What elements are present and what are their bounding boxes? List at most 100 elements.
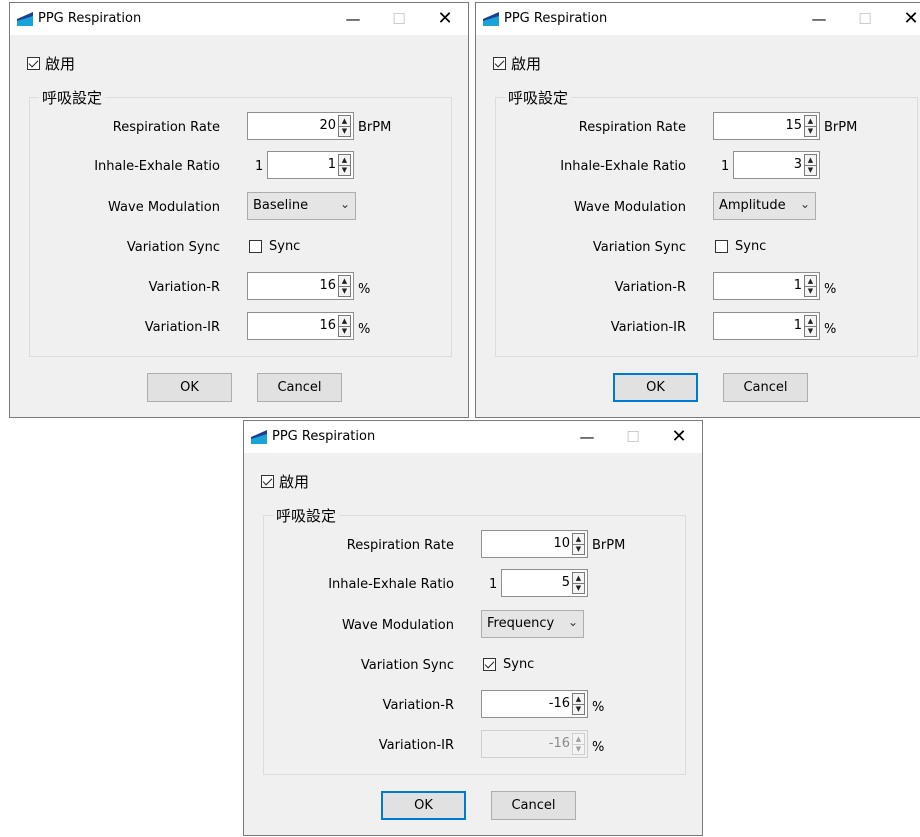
spin-buttons[interactable]: ▲ ▼ [572,733,585,755]
variation-ir-label: Variation-IR [144,320,220,335]
close-icon[interactable]: ✕ [888,3,920,35]
ratio-value: 1 [327,157,336,172]
group-title: 呼吸設定 [505,87,572,108]
spin-down-icon[interactable]: ▼ [805,126,816,136]
ok-button[interactable]: OK [147,373,232,402]
wave-modulation-value: Amplitude [719,198,786,213]
window-title: PPG Respiration [504,11,608,26]
chevron-down-icon: ⌄ [567,615,578,629]
spin-buttons[interactable]: ▲ ▼ [338,275,351,297]
maximize-icon[interactable]: ☐ [842,3,888,35]
cancel-button[interactable]: Cancel [723,373,808,402]
rate-unit: BrPM [358,120,392,135]
spin-buttons[interactable]: ▲ ▼ [804,154,817,176]
spin-down-icon[interactable]: ▼ [339,286,350,296]
cancel-button[interactable]: Cancel [491,791,576,820]
respiration-rate-label: Respiration Rate [346,538,454,553]
variation-r-unit: % [592,700,605,715]
spin-buttons[interactable]: ▲ ▼ [804,275,817,297]
sync-row[interactable]: Sync [715,239,766,254]
spin-buttons[interactable]: ▲ ▼ [338,315,351,337]
spin-down-icon[interactable]: ▼ [339,326,350,336]
wave-modulation-value: Frequency [487,616,555,631]
enable-checkbox[interactable] [261,475,274,488]
respiration-rate-stepper[interactable]: 10 ▲ ▼ [481,530,588,558]
spin-down-icon[interactable]: ▼ [805,286,816,296]
enable-row[interactable]: 啟用 [261,471,309,492]
spin-down-icon[interactable]: ▼ [339,126,350,136]
sync-checkbox[interactable] [715,240,728,253]
variation-ir-label: Variation-IR [378,738,454,753]
sync-checkbox[interactable] [249,240,262,253]
wave-modulation-dropdown[interactable]: Baseline ⌄ [247,192,356,220]
title-bar[interactable]: PPG Respiration — ☐ ✕ [10,3,468,35]
maximize-icon[interactable]: ☐ [376,3,422,35]
spin-down-icon[interactable]: ▼ [573,744,584,754]
variation-r-stepper[interactable]: 16 ▲ ▼ [247,272,354,300]
title-bar[interactable]: PPG Respiration — ☐ ✕ [476,3,920,35]
spin-down-icon[interactable]: ▼ [573,704,584,714]
minimize-icon[interactable]: — [796,3,842,35]
respiration-rate-label: Respiration Rate [112,120,220,135]
sync-row[interactable]: Sync [483,657,534,672]
respiration-rate-label: Respiration Rate [578,120,686,135]
ratio-stepper[interactable]: 3 ▲ ▼ [733,151,820,179]
spin-buttons[interactable]: ▲ ▼ [804,115,817,137]
variation-sync-label: Variation Sync [126,240,220,255]
enable-row[interactable]: 啟用 [493,53,541,74]
variation-ir-stepper[interactable]: 1 ▲ ▼ [713,312,820,340]
respiration-rate-stepper[interactable]: 15 ▲ ▼ [713,112,820,140]
spin-buttons[interactable]: ▲ ▼ [572,693,585,715]
cancel-button[interactable]: Cancel [257,373,342,402]
variation-ir-unit: % [824,322,837,337]
respiration-rate-value: 10 [553,536,570,551]
spin-down-icon[interactable]: ▼ [805,165,816,175]
respiration-rate-stepper[interactable]: 20 ▲ ▼ [247,112,354,140]
spin-down-icon[interactable]: ▼ [805,326,816,336]
maximize-icon[interactable]: ☐ [610,421,656,453]
ratio-stepper[interactable]: 5 ▲ ▼ [501,569,588,597]
sync-checkbox[interactable] [483,658,496,671]
title-bar[interactable]: PPG Respiration — ☐ ✕ [244,421,702,453]
wave-modulation-label: Wave Modulation [108,200,220,215]
spin-buttons[interactable]: ▲ ▼ [338,115,351,137]
variation-r-stepper[interactable]: 1 ▲ ▼ [713,272,820,300]
variation-ir-unit: % [592,740,605,755]
wave-modulation-value: Baseline [253,198,309,213]
enable-checkbox[interactable] [493,57,506,70]
wave-modulation-dropdown[interactable]: Amplitude ⌄ [713,192,816,220]
variation-r-unit: % [358,282,371,297]
enable-row[interactable]: 啟用 [27,53,75,74]
rate-unit: BrPM [592,538,626,553]
close-icon[interactable]: ✕ [656,421,702,453]
variation-r-value: 1 [793,278,802,293]
spin-down-icon[interactable]: ▼ [339,165,350,175]
variation-ir-label: Variation-IR [610,320,686,335]
ratio-stepper[interactable]: 1 ▲ ▼ [267,151,354,179]
sync-label: Sync [735,239,767,254]
variation-ir-stepper: -16 ▲ ▼ [481,730,588,758]
ppg-respiration-dialog-1: PPG Respiration — ☐ ✕ 啟用 呼吸設定 Respiratio… [9,2,469,418]
variation-r-value: -16 [548,696,570,711]
sync-label: Sync [503,657,535,672]
spin-buttons[interactable]: ▲ ▼ [804,315,817,337]
spin-buttons[interactable]: ▲ ▼ [572,572,585,594]
spin-down-icon[interactable]: ▼ [573,544,584,554]
minimize-icon[interactable]: — [330,3,376,35]
spin-down-icon[interactable]: ▼ [573,583,584,593]
spin-buttons[interactable]: ▲ ▼ [572,533,585,555]
close-icon[interactable]: ✕ [422,3,468,35]
enable-label: 啟用 [511,55,542,73]
enable-checkbox[interactable] [27,57,40,70]
ok-button[interactable]: OK [613,373,698,402]
wave-modulation-dropdown[interactable]: Frequency ⌄ [481,610,584,638]
group-title: 呼吸設定 [273,505,340,526]
ok-button[interactable]: OK [381,791,466,820]
variation-r-stepper[interactable]: -16 ▲ ▼ [481,690,588,718]
minimize-icon[interactable]: — [564,421,610,453]
spin-buttons[interactable]: ▲ ▼ [338,154,351,176]
window-title: PPG Respiration [38,11,142,26]
variation-r-label: Variation-R [382,698,454,713]
sync-row[interactable]: Sync [249,239,300,254]
variation-ir-stepper[interactable]: 16 ▲ ▼ [247,312,354,340]
